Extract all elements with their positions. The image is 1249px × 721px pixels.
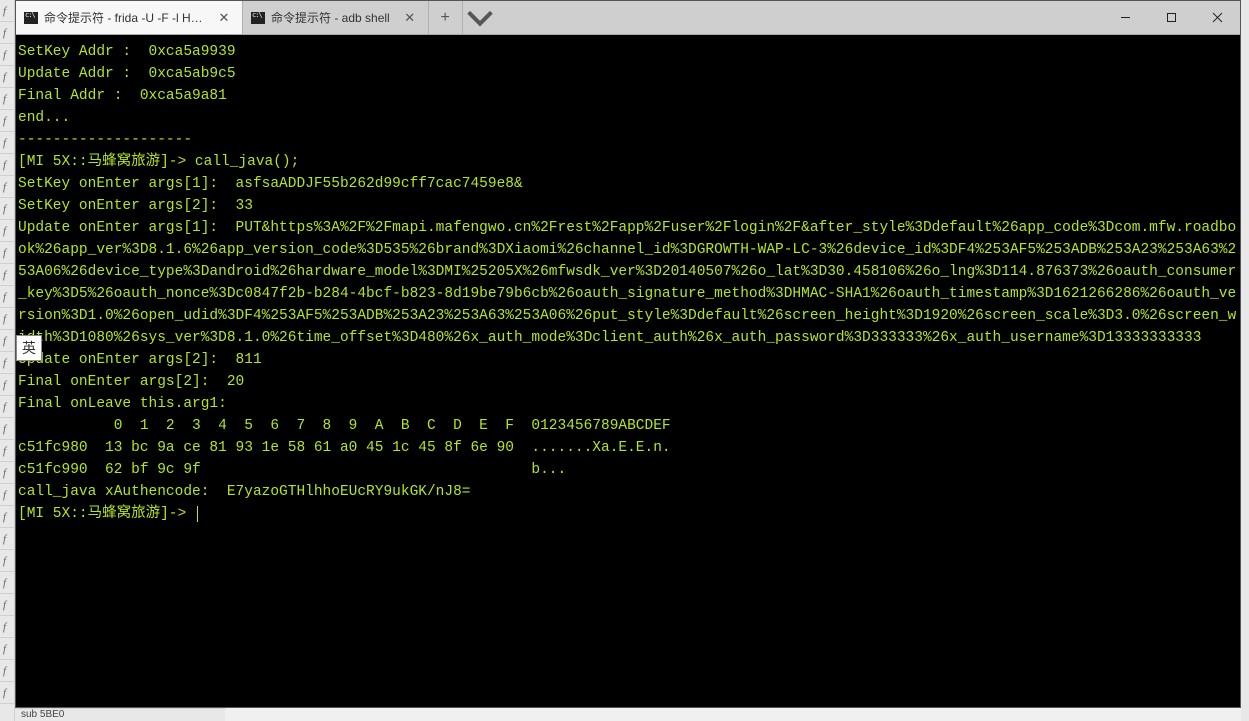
maximize-button[interactable] [1148,1,1194,34]
close-tab-icon[interactable]: ✕ [216,10,232,26]
background-gutter-item: f [0,242,14,264]
tab-title: 命令提示符 - frida -U -F -l Hool [44,9,204,26]
background-left-gutter: ffffffffffffffffffffffffffffffff [0,0,15,721]
terminal-line: c51fc990 62 bf 9c 9f b... [18,459,1238,481]
background-gutter-item: f [0,22,14,44]
maximize-icon [1166,12,1177,23]
terminal-output[interactable]: SetKey Addr : 0xca5a9939Update Addr : 0x… [16,35,1240,707]
tab-adb-shell[interactable]: 命令提示符 - adb shell ✕ [243,1,429,34]
terminal-line: Final onLeave this.arg1: [18,393,1238,415]
background-gutter-item: f [0,638,14,660]
background-bottom-label: sub 5BE0 [15,708,225,721]
background-gutter-item: f [0,528,14,550]
terminal-line: end... [18,107,1238,129]
window-titlebar[interactable]: 命令提示符 - frida -U -F -l Hool ✕ 命令提示符 - ad… [16,1,1240,35]
terminal-line: [MI 5X::马蜂窝旅游]-> call_java(); [18,151,1238,173]
cursor [197,506,198,522]
background-gutter-item: f [0,594,14,616]
terminal-line: SetKey onEnter args[2]: 33 [18,195,1238,217]
cmd-icon [251,12,265,24]
terminal-window: 命令提示符 - frida -U -F -l Hool ✕ 命令提示符 - ad… [15,0,1241,708]
background-gutter-item: f [0,682,14,704]
background-gutter-item: f [0,88,14,110]
background-gutter-item: f [0,660,14,682]
background-gutter-item: f [0,44,14,66]
tab-title: 命令提示符 - adb shell [271,9,390,26]
background-gutter-item: f [0,110,14,132]
tab-dropdown-button[interactable] [463,1,497,34]
background-gutter-item: f [0,418,14,440]
background-gutter-item: f [0,484,14,506]
terminal-line: SetKey onEnter args[1]: asfsaADDJF55b262… [18,173,1238,195]
background-gutter-item: f [0,440,14,462]
close-icon [1212,12,1223,23]
terminal-line: Final Addr : 0xca5a9a81 [18,85,1238,107]
chevron-down-icon [463,1,497,35]
cmd-icon [24,12,38,24]
background-right-strip [1241,0,1249,721]
background-gutter-item: f [0,330,14,352]
background-gutter-item: f [0,220,14,242]
minimize-button[interactable] [1102,1,1148,34]
terminal-prompt[interactable]: [MI 5X::马蜂窝旅游]-> [18,503,1238,525]
terminal-line: Final onEnter args[2]: 20 [18,371,1238,393]
background-gutter-item: f [0,374,14,396]
new-tab-button[interactable]: + [429,1,463,34]
titlebar-drag-area[interactable] [497,1,1102,34]
background-gutter-item: f [0,352,14,374]
ime-indicator[interactable]: 英 [16,335,42,361]
background-gutter-item: f [0,66,14,88]
background-gutter-item: f [0,264,14,286]
terminal-line: -------------------- [18,129,1238,151]
close-tab-icon[interactable]: ✕ [402,10,418,26]
background-gutter-item: f [0,396,14,418]
background-gutter-item: f [0,132,14,154]
terminal-line: Update Addr : 0xca5ab9c5 [18,63,1238,85]
background-gutter-item: f [0,572,14,594]
tab-frida[interactable]: 命令提示符 - frida -U -F -l Hool ✕ [16,1,243,34]
background-gutter-item: f [0,616,14,638]
background-gutter-item: f [0,506,14,528]
background-gutter-item: f [0,198,14,220]
background-gutter-item: f [0,308,14,330]
background-gutter-item: f [0,550,14,572]
terminal-line: Update onEnter args[2]: 811 [18,349,1238,371]
background-gutter-item: f [0,154,14,176]
background-gutter-item: f [0,176,14,198]
terminal-line: c51fc980 13 bc 9a ce 81 93 1e 58 61 a0 4… [18,437,1238,459]
terminal-line: 0 1 2 3 4 5 6 7 8 9 A B C D E F 01234567… [18,415,1238,437]
background-gutter-item: f [0,0,14,22]
minimize-icon [1120,12,1131,23]
background-gutter-item: f [0,286,14,308]
terminal-line: call_java xAuthencode: E7yazoGTHlhhoEUcR… [18,481,1238,503]
window-controls [1102,1,1240,34]
background-gutter-item: f [0,462,14,484]
terminal-line: Update onEnter args[1]: PUT&https%3A%2F%… [18,217,1238,349]
close-window-button[interactable] [1194,1,1240,34]
terminal-line: SetKey Addr : 0xca5a9939 [18,41,1238,63]
